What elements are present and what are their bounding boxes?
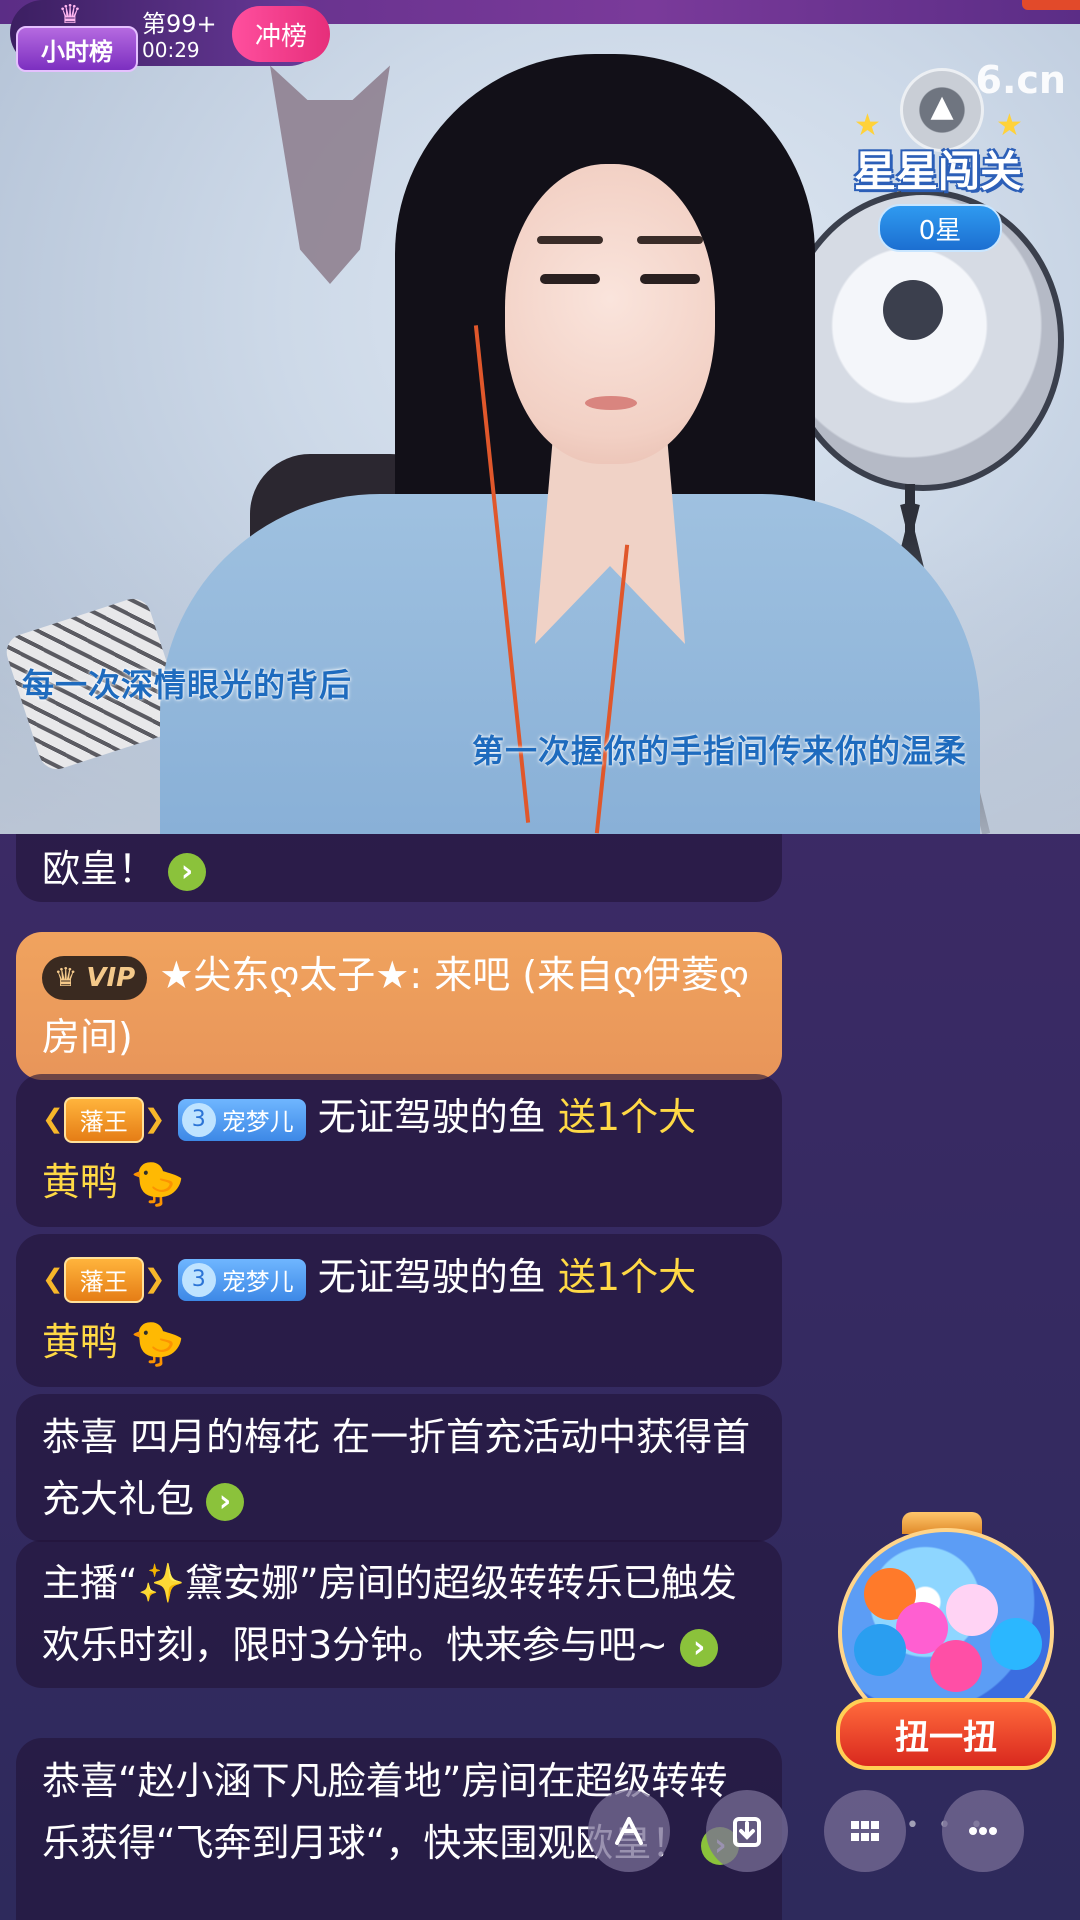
wall-deer-decoration xyxy=(270,65,390,284)
lyric-subtitle-1: 每一次深情眼光的背后 xyxy=(22,666,353,704)
pet-badge-label: 宠梦儿 xyxy=(221,1108,294,1136)
streamer-brow xyxy=(537,236,603,244)
chat-text: ★尖东ღ太子★: 来吧 (来自ღ伊菱ღ房间) xyxy=(42,953,749,1059)
chat-message[interactable]: 欧皇！ › xyxy=(16,834,782,902)
vip-badge-label: VIP xyxy=(86,962,136,993)
lyric-subtitle-2: 第一次握你的手指间传来你的温柔 xyxy=(472,732,968,770)
streamer-mouth xyxy=(585,396,637,410)
chat-message-vip[interactable]: ♛ VIP ★尖东ღ太子★: 来吧 (来自ღ伊菱ღ房间) xyxy=(16,932,782,1080)
chat-message-gift[interactable]: ❮ 藩王 ❯ 3 宠梦儿 无证驾驶的鱼 送1个大 黄鸭 🐤 xyxy=(16,1074,782,1227)
streamer-eye xyxy=(640,274,700,284)
wing-icon: ❯ xyxy=(143,1104,166,1135)
gift-action: 送1个大 xyxy=(557,1255,697,1299)
fan-badge: 藩王 xyxy=(63,1256,144,1303)
download-icon[interactable] xyxy=(706,1790,788,1872)
hour-rank-position: 第99+ xyxy=(142,10,217,38)
star-challenge-widget[interactable]: ★ ★ 星星闯关 0星 xyxy=(838,58,1038,258)
chat-text: 欧皇！ xyxy=(42,847,157,891)
twist-button[interactable]: 扭一扭 xyxy=(836,1698,1056,1770)
pet-badge-label: 宠梦儿 xyxy=(221,1268,294,1296)
pet-badge: 3 宠梦儿 xyxy=(177,1098,306,1141)
grid-icon[interactable] xyxy=(824,1790,906,1872)
chat-text: 主播“✨黛安娜”房间的超级转转乐已触发欢乐时刻，限时3分钟。快来参与吧~ xyxy=(42,1561,737,1667)
star-challenge-title: 星星闯关 xyxy=(853,147,1022,196)
wing-icon: ❮ xyxy=(42,1104,64,1135)
chevron-right-icon[interactable]: › xyxy=(206,1482,245,1521)
capsule-ball xyxy=(990,1618,1042,1670)
fan-badge: 藩王 xyxy=(63,1096,144,1143)
climb-rank-button[interactable]: 冲榜 xyxy=(232,6,330,62)
duck-gift-icon: 🐤 xyxy=(130,1318,185,1369)
capsule-ball xyxy=(930,1640,982,1692)
capsule-ball xyxy=(854,1624,906,1676)
duck-gift-icon: 🐤 xyxy=(130,1158,185,1209)
crown-icon: ♛ xyxy=(58,0,82,30)
streamer-eye xyxy=(540,274,600,284)
star-count-badge: 0星 xyxy=(878,204,1002,252)
chat-username[interactable]: 无证驾驶的鱼 xyxy=(318,1255,546,1299)
gift-name: 黄鸭 xyxy=(42,1319,119,1364)
streamer-face xyxy=(505,164,715,464)
chat-text: 恭喜 四月的梅花 在一折首充活动中获得首充大礼包 xyxy=(42,1415,751,1521)
pet-badge: 3 宠梦儿 xyxy=(177,1258,306,1301)
capsule-ball xyxy=(946,1584,998,1636)
wing-icon: ❮ xyxy=(42,1264,64,1295)
pet-level: 3 xyxy=(181,1262,216,1297)
gift-action: 送1个大 xyxy=(557,1095,697,1139)
chevron-right-icon[interactable]: › xyxy=(168,852,207,891)
more-icon[interactable] xyxy=(942,1790,1024,1872)
capsule-machine[interactable]: 扭一扭 xyxy=(832,1512,1056,1770)
wing-icon: ❯ xyxy=(143,1264,166,1295)
pet-level: 3 xyxy=(181,1102,216,1137)
gift-name: 黄鸭 xyxy=(42,1159,119,1204)
hour-rank-timer: 00:29 xyxy=(142,38,200,62)
chat-username[interactable]: 无证驾驶的鱼 xyxy=(318,1095,546,1139)
hour-rank-logo: 小时榜 xyxy=(16,26,138,72)
chevron-right-icon[interactable]: › xyxy=(680,1628,719,1667)
chat-message-gift[interactable]: ❮ 藩王 ❯ 3 宠梦儿 无证驾驶的鱼 送1个大 黄鸭 🐤 xyxy=(16,1234,782,1387)
chat-message-notice[interactable]: 恭喜 四月的梅花 在一折首充活动中获得首充大礼包 › xyxy=(16,1394,782,1542)
hour-rank-widget[interactable]: ♛ 小时榜 第99+ 00:29 冲榜 xyxy=(10,0,330,72)
top-corner-banner[interactable] xyxy=(1022,0,1080,10)
share-icon[interactable] xyxy=(588,1790,670,1872)
vip-badge: ♛ VIP xyxy=(42,955,148,1000)
chat-message-notice[interactable]: 主播“✨黛安娜”房间的超级转转乐已触发欢乐时刻，限时3分钟。快来参与吧~ › xyxy=(16,1540,782,1688)
streamer-brow xyxy=(637,236,703,244)
